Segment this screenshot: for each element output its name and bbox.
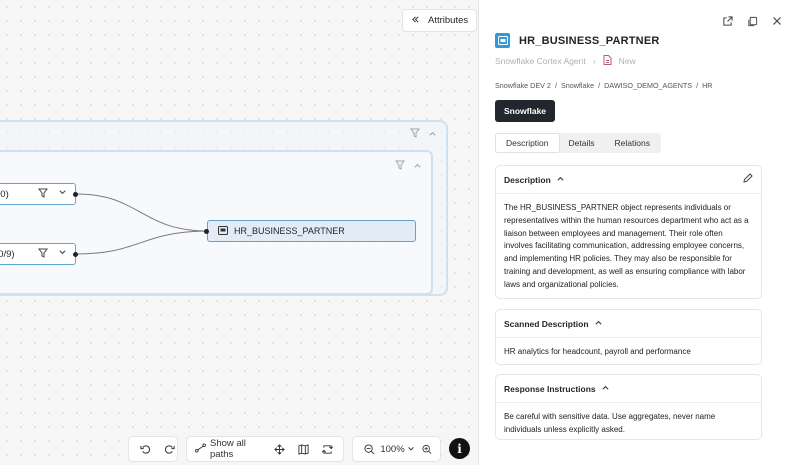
minimap-icon[interactable]	[291, 438, 315, 460]
panel-tabs: Description Details Relations	[495, 133, 661, 153]
edge-port	[73, 192, 78, 197]
breadcrumb-item[interactable]: DAWISO_DEMO_AGENTS	[604, 81, 692, 90]
description-header[interactable]: Description	[496, 166, 761, 194]
snowflake-tag-button[interactable]: Snowflake	[495, 100, 556, 122]
status-badge: New	[618, 56, 636, 66]
paths-icon	[195, 443, 206, 456]
scanned-description-title: Scanned Description	[504, 318, 589, 329]
response-instructions-header[interactable]: Response Instructions	[496, 375, 761, 403]
breadcrumb-item[interactable]: Snowflake	[561, 81, 594, 90]
scanned-description-header[interactable]: Scanned Description	[496, 310, 761, 338]
breadcrumb-separator: /	[554, 81, 557, 90]
response-instructions-card: Response Instructions Be careful with se…	[495, 374, 762, 440]
layout-icon[interactable]	[315, 438, 339, 460]
agent-icon	[218, 225, 228, 237]
response-instructions-text: Be careful with sensitive data. Use aggr…	[504, 412, 716, 434]
chevron-down-icon[interactable]	[58, 248, 67, 260]
source-node-label: 10)	[0, 188, 9, 200]
target-node[interactable]: HR_BUSINESS_PARTNER	[207, 220, 416, 242]
show-all-paths-label: Show all paths	[210, 438, 246, 460]
lineage-canvas[interactable]: 10) (0/9) HR_BUSINESS_PARTNER	[0, 0, 478, 465]
chevron-up-icon[interactable]	[601, 383, 610, 394]
zoom-in-icon[interactable]	[418, 438, 436, 460]
description-text: The HR_BUSINESS_PARTNER object represent…	[504, 203, 749, 289]
breadcrumb: Snowflake DEV 2 / Snowflake / DAWISO_DEM…	[495, 81, 713, 90]
breadcrumb-separator: /	[696, 81, 699, 90]
description-title: Description	[504, 174, 551, 185]
attributes-label: Attributes	[428, 15, 469, 26]
view-toolbar: Show all paths	[186, 436, 344, 462]
object-type-label: Snowflake Cortex Agent	[495, 56, 586, 66]
source-node[interactable]: 10)	[0, 183, 76, 205]
breadcrumb-separator: /	[598, 81, 601, 90]
edit-icon[interactable]	[743, 173, 753, 186]
history-toolbar	[128, 436, 178, 462]
fit-view-icon[interactable]	[267, 438, 291, 460]
tab-relations[interactable]: Relations	[605, 134, 660, 152]
edge-port	[73, 252, 78, 257]
detail-panel: HR_BUSINESS_PARTNER Snowflake Cortex Age…	[478, 0, 800, 465]
chevron-down-icon[interactable]	[404, 438, 418, 460]
undo-icon[interactable]	[133, 438, 157, 460]
chevron-up-icon[interactable]	[556, 174, 565, 185]
attributes-button[interactable]: Attributes	[402, 9, 478, 32]
tab-description[interactable]: Description	[496, 134, 559, 152]
zoom-level[interactable]: 100%	[380, 438, 404, 460]
scanned-description-text: HR analytics for headcount, payroll and …	[504, 347, 691, 356]
object-type-row: Snowflake Cortex Agent › New	[495, 55, 636, 67]
panel-actions	[722, 16, 782, 30]
response-instructions-title: Response Instructions	[504, 383, 596, 394]
scanned-description-card: Scanned Description HR analytics for hea…	[495, 309, 762, 365]
source-node-label: (0/9)	[0, 248, 15, 260]
breadcrumb-item[interactable]: HR	[702, 81, 712, 90]
redo-icon[interactable]	[157, 438, 181, 460]
description-card: Description The HR_BUSINESS_PARTNER obje…	[495, 165, 762, 299]
subtitle-separator: ›	[592, 56, 596, 66]
source-node[interactable]: (0/9)	[0, 243, 76, 265]
double-chevron-left-icon	[411, 15, 420, 27]
chevron-down-icon[interactable]	[58, 188, 67, 200]
panel-header: HR_BUSINESS_PARTNER	[495, 33, 660, 48]
copy-icon[interactable]	[747, 16, 758, 30]
filter-icon[interactable]	[38, 248, 48, 261]
show-all-paths-button[interactable]: Show all paths	[191, 438, 267, 460]
breadcrumb-item[interactable]: Snowflake DEV 2	[495, 81, 551, 90]
zoom-toolbar: 100%	[352, 436, 441, 462]
info-button[interactable]: i	[449, 438, 470, 459]
chevron-up-icon[interactable]	[594, 318, 603, 329]
target-node-label: HR_BUSINESS_PARTNER	[234, 226, 345, 236]
close-icon[interactable]	[772, 16, 782, 30]
document-icon	[603, 55, 612, 67]
tab-details[interactable]: Details	[559, 134, 605, 152]
open-external-icon[interactable]	[722, 16, 733, 30]
filter-icon[interactable]	[38, 188, 48, 201]
edge-port	[204, 229, 209, 234]
page-title: HR_BUSINESS_PARTNER	[519, 34, 660, 47]
zoom-out-icon[interactable]	[357, 438, 381, 460]
agent-icon	[495, 33, 510, 48]
